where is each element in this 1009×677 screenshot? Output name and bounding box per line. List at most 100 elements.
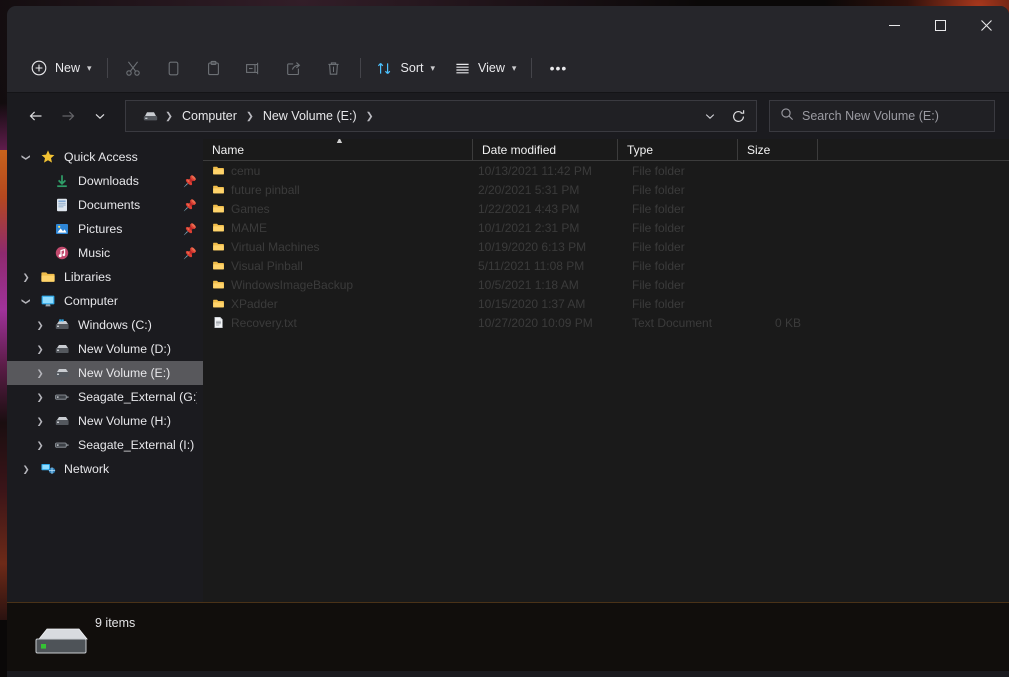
folder-icon (213, 280, 224, 289)
sidebar-item-seagate-external-g[interactable]: ❯ Seagate_External (G:) (7, 385, 203, 409)
column-header-size[interactable]: Size (738, 139, 818, 161)
search-input[interactable]: Search New Volume (E:) (769, 100, 995, 132)
network-icon-wrap (37, 461, 59, 477)
column-header-type[interactable]: Type (618, 139, 738, 161)
cell-size: 0 KB (774, 315, 801, 330)
pin-icon[interactable]: 📌 (183, 223, 197, 236)
sidebar-item-documents[interactable]: ❯Documents📌 (7, 193, 203, 217)
chevron-down-icon: ▾ (430, 62, 436, 73)
column-header-date-modified[interactable]: Date modified (473, 139, 618, 161)
search-icon (780, 107, 794, 126)
drive-icon (136, 102, 164, 130)
cell-name: future pinball (203, 183, 473, 197)
chevron-right-icon[interactable]: ❯ (29, 344, 51, 355)
view-button[interactable]: View ▾ (444, 52, 525, 84)
sidebar-item-label: Quick Access (64, 150, 138, 164)
cell-date-modified: 2/20/2021 5:31 PM (478, 182, 580, 197)
sidebar-item-music[interactable]: ❯Music📌 (7, 241, 203, 265)
sidebar-item-label: Windows (C:) (78, 318, 152, 332)
chevron-down-icon[interactable]: ❯ (21, 146, 32, 168)
chevron-right-icon[interactable]: ❯ (29, 368, 51, 379)
copy-button[interactable] (154, 52, 194, 84)
close-icon (980, 19, 992, 31)
breadcrumb-bar[interactable]: ❯ Computer ❯ New Volume (E:) ❯ (125, 100, 757, 132)
search-placeholder: Search New Volume (E:) (802, 109, 939, 123)
downloads-icon (57, 175, 67, 188)
drive-icon (55, 369, 69, 377)
cut-button[interactable] (114, 52, 154, 84)
sidebar-item-computer[interactable]: ❯ Computer (7, 289, 203, 313)
table-row[interactable]: Games 1/22/2021 4:43 PM File folder (203, 199, 1009, 218)
table-row[interactable]: future pinball 2/20/2021 5:31 PM File fold… (203, 180, 1009, 199)
sort-button[interactable]: Sort ▾ (367, 52, 444, 84)
sidebar-item-new-volume-d[interactable]: ❯ New Volume (D:) (7, 337, 203, 361)
chevron-right-icon[interactable]: ❯ (29, 440, 51, 451)
table-row[interactable]: Virtual Machines 10/19/2020 6:13 PM File f… (203, 237, 1009, 256)
address-dropdown-button[interactable] (696, 102, 724, 130)
breadcrumb-item-new-volume-e[interactable]: New Volume (E:) (257, 106, 363, 126)
chevron-right-icon[interactable]: ❯ (15, 464, 37, 475)
chevron-right-icon[interactable]: ❯ (29, 320, 51, 331)
sidebar-item-libraries[interactable]: ❯ Libraries (7, 265, 203, 289)
music-icon-wrap (51, 245, 73, 261)
back-button[interactable] (21, 101, 51, 131)
plus-circle-icon (30, 59, 48, 77)
title-bar (7, 6, 1009, 44)
refresh-button[interactable] (724, 102, 752, 130)
cell-type: File folder (632, 296, 685, 311)
breadcrumb-item-computer[interactable]: Computer (176, 106, 243, 126)
sidebar-item-quick-access[interactable]: ❯ Quick Access (7, 145, 203, 169)
paste-button[interactable] (194, 52, 234, 84)
chevron-right-icon[interactable]: ❯ (15, 272, 37, 283)
sidebar-item-label: Seagate_External (I:) (78, 438, 195, 452)
chevron-right-icon[interactable]: ❯ (29, 416, 51, 427)
table-row[interactable]: cemu 10/13/2021 11:42 PM File folder (203, 161, 1009, 180)
chevron-down-icon[interactable]: ❯ (21, 290, 32, 312)
table-row[interactable]: XPadder 10/15/2020 1:37 AM File folder (203, 294, 1009, 313)
maximize-button[interactable] (917, 6, 963, 44)
forward-button[interactable] (53, 101, 83, 131)
cell-name: Games (203, 202, 473, 216)
sidebar-item-pictures[interactable]: ❯Pictures📌 (7, 217, 203, 241)
cell-type: File folder (632, 277, 685, 292)
list-view-icon (453, 59, 471, 77)
sidebar-item-new-volume-h[interactable]: ❯ New Volume (H:) (7, 409, 203, 433)
command-toolbar: New ▾ Sort ▾ View ▾ ••• (7, 44, 1009, 93)
view-button-label: View (478, 61, 505, 75)
folder-icon (213, 261, 224, 270)
sidebar-item-network[interactable]: ❯ Network (7, 457, 203, 481)
address-bar: ❯ Computer ❯ New Volume (E:) ❯ Search Ne… (7, 93, 1009, 139)
see-more-button[interactable]: ••• (538, 52, 578, 84)
text-document-icon (214, 317, 223, 328)
file-name: WindowsImageBackup (231, 277, 354, 292)
status-bar: 9 items (7, 602, 1009, 671)
recent-locations-button[interactable] (85, 101, 115, 131)
close-button[interactable] (963, 6, 1009, 44)
cell-name: MAME (203, 221, 473, 235)
minimize-button[interactable] (871, 6, 917, 44)
sidebar-item-windows-c[interactable]: ❯ Windows (C:) (7, 313, 203, 337)
delete-button[interactable] (314, 52, 354, 84)
rename-button[interactable] (234, 52, 274, 84)
share-button[interactable] (274, 52, 314, 84)
toolbar-divider (106, 58, 108, 78)
table-row[interactable]: Visual Pinball 5/11/2021 11:08 PM File fol… (203, 256, 1009, 275)
sidebar-item-downloads[interactable]: ❯Downloads📌 (7, 169, 203, 193)
external-drive-icon (55, 394, 69, 400)
pin-icon[interactable]: 📌 (183, 175, 197, 188)
sidebar-item-new-volume-e[interactable]: ❯ New Volume (E:) (7, 361, 203, 385)
column-header-name[interactable]: Name ▲ (203, 139, 473, 161)
cell-date-modified: 10/13/2021 11:42 PM (478, 163, 592, 178)
chevron-right-icon[interactable]: ❯ (29, 392, 51, 403)
ellipsis-icon: ••• (549, 60, 568, 76)
music-icon (55, 246, 69, 260)
new-button[interactable]: New ▾ (21, 52, 101, 84)
pin-icon[interactable]: 📌 (183, 199, 197, 212)
folder-icon (213, 242, 224, 251)
pin-icon[interactable]: 📌 (183, 247, 197, 260)
table-row[interactable]: WindowsImageBackup 10/5/2021 1:18 AM File … (203, 275, 1009, 294)
table-row[interactable]: Recovery.txt 10/27/2020 10:09 PM Text Docu… (203, 313, 1009, 332)
sidebar-item-seagate-external-i[interactable]: ❯ Seagate_External (I:) (7, 433, 203, 457)
refresh-icon (732, 109, 744, 122)
table-row[interactable]: MAME 10/1/2021 2:31 PM File folder (203, 218, 1009, 237)
